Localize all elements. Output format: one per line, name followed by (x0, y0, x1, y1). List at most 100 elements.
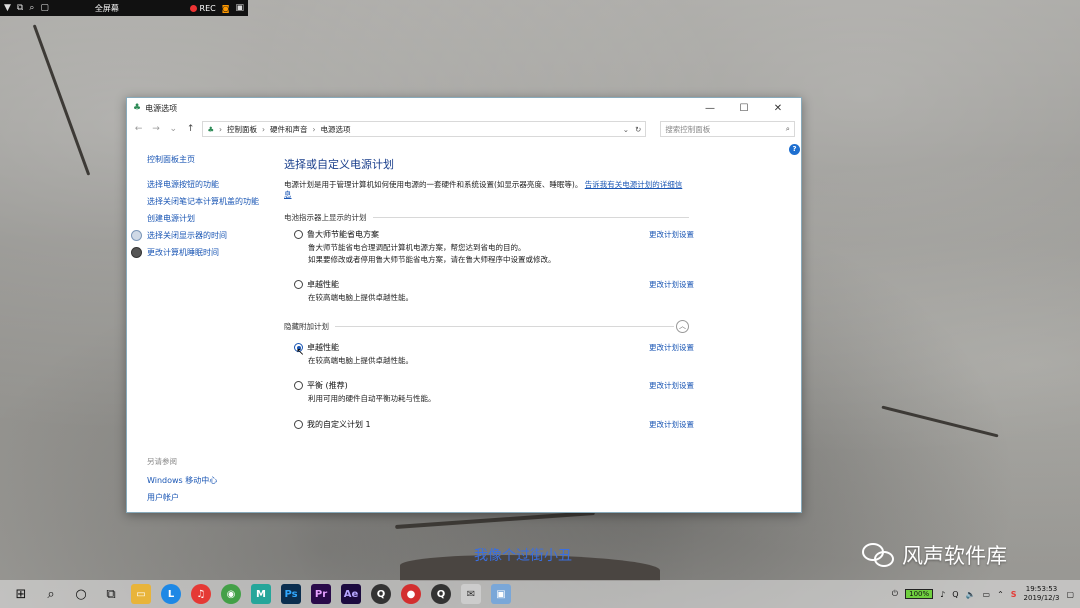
change-plan-settings-link[interactable]: 更改计划设置 (649, 279, 694, 290)
after-effects-icon[interactable]: Ae (341, 584, 361, 604)
qq-icon[interactable]: Q (371, 584, 391, 604)
plan-radio[interactable] (294, 230, 303, 239)
cortana-icon[interactable]: ○ (71, 587, 91, 602)
copy-icon[interactable]: ⧉ (17, 3, 23, 13)
window-icon[interactable]: ▢ (40, 3, 49, 13)
qq-icon[interactable]: Q (431, 584, 451, 604)
plan-description: 在较高端电脑上提供卓越性能。 (308, 356, 413, 365)
clock-date: 2019/12/3 (1023, 594, 1060, 602)
sogou-ime-icon[interactable]: S (1011, 590, 1017, 599)
see-also-mobility-center[interactable]: Windows 移动中心 (147, 475, 267, 486)
plan-radio[interactable] (294, 280, 303, 289)
sidebar-item-sleep[interactable]: 更改计算机睡眠时间 (131, 247, 267, 258)
mouse-cursor-icon: ↖ (296, 347, 305, 358)
sidebar-item-label: 选择关闭显示器的时间 (147, 231, 227, 240)
volume-icon[interactable]: 🔈 (966, 590, 976, 599)
breadcrumb-control-panel[interactable]: 控制面板 (227, 124, 257, 135)
sidebar: 控制面板主页 选择电源按钮的功能 选择关闭笔记本计算机盖的功能 创建电源计划 选… (131, 154, 267, 264)
refresh-icon[interactable]: ↻ (635, 125, 641, 134)
section-battery-plans: 电池指示器上显示的计划 (284, 212, 689, 223)
plan-name[interactable]: 卓越性能 (307, 342, 339, 353)
wall-crack (881, 405, 999, 438)
tray-app-icon[interactable]: ♪ (940, 590, 945, 599)
clock[interactable]: 19:53:53 2019/12/3 (1024, 585, 1060, 603)
close-icon[interactable]: ▣ (235, 3, 244, 13)
plan-item: 鲁大师节能省电方案 更改计划设置 鲁大师节能省电合理调配计算机电源方案，帮您达到… (294, 229, 694, 265)
qq-tray-icon[interactable]: Q (952, 590, 958, 599)
windows-start-icon[interactable]: ⊞ (11, 587, 31, 602)
maximize-button[interactable]: ☐ (727, 103, 761, 114)
search-input[interactable]: 搜索控制面板 ⌕ (660, 121, 795, 137)
plan-radio[interactable] (294, 381, 303, 390)
plan-description: 如果要修改或者停用鲁大师节能省电方案，请在鲁大师程序中设置或修改。 (308, 255, 556, 264)
chrome-icon[interactable]: ◉ (221, 584, 241, 604)
power-options-window: ♣ 电源选项 — ☐ ✕ ← → ⌄ ↑ ♣ › 控制面板 › 硬件和声音 › … (126, 97, 802, 513)
change-plan-settings-link[interactable]: 更改计划设置 (649, 419, 694, 430)
rec-label: REC (199, 3, 216, 13)
plan-name[interactable]: 卓越性能 (307, 279, 339, 290)
record-app-icon[interactable]: ● (401, 584, 421, 604)
m-app-icon[interactable]: M (251, 584, 271, 604)
premiere-icon[interactable]: Pr (311, 584, 331, 604)
change-plan-settings-link[interactable]: 更改计划设置 (649, 342, 694, 353)
plan-name[interactable]: 我的自定义计划 1 (307, 419, 371, 430)
see-also-user-accounts[interactable]: 用户帐户 (147, 492, 267, 503)
fullscreen-label[interactable]: 全屏幕 (95, 3, 119, 14)
ludashi-icon[interactable]: L (161, 584, 181, 604)
sidebar-item-display-off[interactable]: 选择关闭显示器的时间 (131, 230, 267, 241)
forward-arrow-icon[interactable]: → (150, 124, 161, 134)
back-arrow-icon[interactable]: ← (133, 124, 144, 134)
plan-name[interactable]: 鲁大师节能省电方案 (307, 229, 379, 240)
plan-description: 利用可用的硬件自动平衡功耗与性能。 (308, 394, 436, 403)
power-plug-icon[interactable]: ⏻ (892, 589, 898, 599)
up-arrow-icon[interactable]: ↑ (185, 124, 196, 134)
minimize-button[interactable]: — (693, 103, 727, 114)
plan-radio[interactable] (294, 420, 303, 429)
task-view-icon[interactable]: ⧉ (101, 587, 121, 602)
sleep-moon-icon (131, 247, 142, 258)
chat-app-icon[interactable]: ✉ (461, 584, 481, 604)
breadcrumb-power-options[interactable]: 电源选项 (321, 124, 351, 135)
network-icon[interactable]: ▭ (983, 590, 991, 599)
control-panel-taskbar-icon[interactable]: ▣ (491, 584, 511, 604)
collapse-chevron-icon[interactable]: ︿ (676, 320, 689, 333)
netease-music-icon[interactable]: ♫ (191, 584, 211, 604)
notification-icon[interactable]: ▢ (1066, 590, 1074, 599)
breadcrumb-separator-icon: › (312, 124, 316, 134)
help-icon[interactable]: ? (789, 144, 800, 155)
sidebar-home-link[interactable]: 控制面板主页 (147, 154, 267, 165)
dropdown-icon[interactable]: ▼ (4, 3, 11, 13)
change-plan-settings-link[interactable]: 更改计划设置 (649, 229, 694, 240)
plan-name[interactable]: 平衡 (推荐) (307, 380, 348, 391)
watermark: 风声软件库 (862, 540, 1007, 570)
sidebar-item-label: 更改计算机睡眠时间 (147, 248, 219, 257)
search-placeholder: 搜索控制面板 (665, 124, 711, 134)
record-dot-icon (189, 4, 197, 12)
rec-button[interactable]: REC (189, 3, 216, 13)
breadcrumb-separator-icon: › (262, 124, 266, 134)
camera-icon[interactable]: ◙ (222, 4, 230, 13)
close-button[interactable]: ✕ (761, 103, 795, 114)
sidebar-item-lid[interactable]: 选择关闭笔记本计算机盖的功能 (147, 196, 267, 207)
address-dropdown-icon[interactable]: ⌄ (623, 125, 629, 134)
photoshop-icon[interactable]: Ps (281, 584, 301, 604)
clock-time: 19:53:53 (1025, 585, 1058, 593)
search-icon[interactable]: ⌕ (41, 587, 61, 602)
sidebar-item-create-plan[interactable]: 创建电源计划 (147, 213, 267, 224)
section-hidden-plans: 隐藏附加计划 ︿ (284, 320, 689, 333)
zoom-icon[interactable]: ⌕ (29, 3, 34, 13)
tray-chevron-icon[interactable]: ⌃ (997, 590, 1004, 599)
file-explorer-icon[interactable]: ▭ (131, 584, 151, 604)
breadcrumb-separator-icon: › (219, 124, 223, 134)
history-chevron-icon[interactable]: ⌄ (168, 124, 179, 134)
video-subtitle: 我像个过街小丑 (474, 548, 572, 564)
change-plan-settings-link[interactable]: 更改计划设置 (649, 380, 694, 391)
sidebar-item-power-button[interactable]: 选择电源按钮的功能 (147, 179, 267, 190)
description-text: 电源计划是用于管理计算机如何使用电源的一套硬件和系统设置(如显示器亮度、睡眠等)… (284, 180, 583, 189)
breadcrumb-hardware-sound[interactable]: 硬件和声音 (270, 124, 308, 135)
plan-description: 鲁大师节能省电合理调配计算机电源方案，帮您达到省电的目的。 (308, 243, 526, 252)
battery-indicator[interactable]: 100% (905, 589, 934, 599)
divider (335, 326, 674, 327)
address-bar[interactable]: ♣ › 控制面板 › 硬件和声音 › 电源选项 ⌄ ↻ (202, 121, 647, 137)
plan-description: 在较高端电脑上提供卓越性能。 (308, 293, 413, 302)
